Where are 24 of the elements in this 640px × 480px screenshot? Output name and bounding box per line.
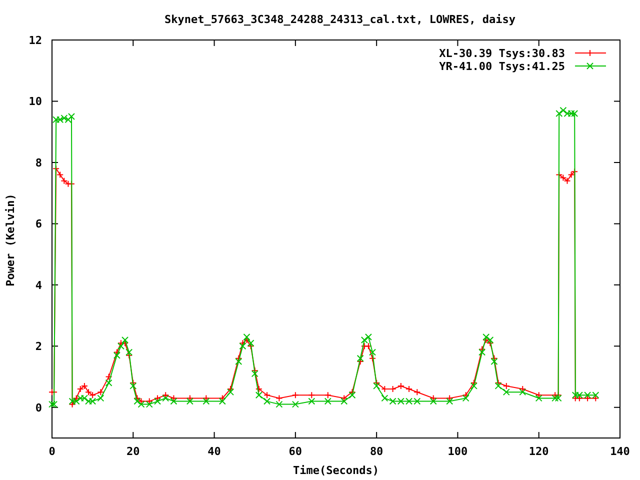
x-tick-label: 60 xyxy=(288,445,302,458)
x-tick-label: 120 xyxy=(528,445,549,458)
x-tick-label: 80 xyxy=(370,445,384,458)
legend-label: XL-30.39 Tsys:30.83 xyxy=(439,47,565,60)
data-point xyxy=(292,392,299,399)
chart-title: Skynet_57663_3C348_24288_24313_cal.txt, LOWRES, daisy xyxy=(164,13,516,26)
y-tick-label: 6 xyxy=(35,218,42,231)
y-tick-label: 8 xyxy=(35,156,42,170)
legend-label: YR-41.00 Tsys:41.25 xyxy=(439,60,565,73)
x-axis-label: Time(Seconds) xyxy=(292,464,380,477)
data-point xyxy=(292,400,299,408)
y-tick-label: 10 xyxy=(28,95,42,108)
legend-line xyxy=(574,50,606,56)
x-tick-label: 140 xyxy=(610,445,630,458)
y-tick-label: 0 xyxy=(35,401,42,414)
y-tick-label: 12 xyxy=(28,34,42,47)
y-tick-label: 2 xyxy=(35,340,42,354)
y-axis-label: Power (Kelvin) xyxy=(4,194,17,286)
x-tick-label: 0 xyxy=(48,445,56,458)
y-tick-label: 4 xyxy=(35,278,42,292)
legend-line xyxy=(574,62,606,70)
x-tick-label: 20 xyxy=(126,445,140,458)
x-tick-label: 40 xyxy=(208,445,221,458)
x-tick-label: 100 xyxy=(448,445,468,458)
